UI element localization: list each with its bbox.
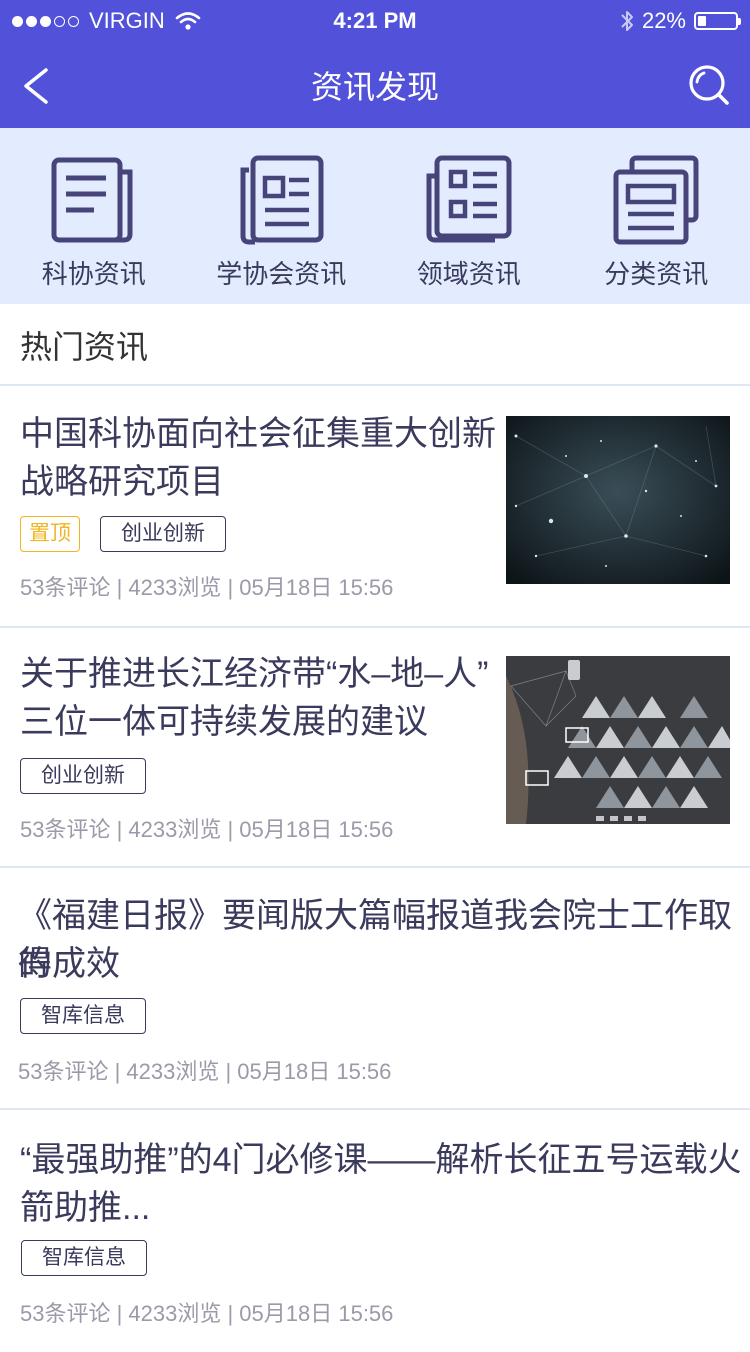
pinned-tag[interactable]: 置顶 [20,516,80,552]
magazine-icon [240,155,324,245]
news-thumbnail[interactable] [506,656,730,824]
news-item[interactable]: 《福建日报》要闻版大篇幅报道我会院士工作取得 的成效 智库信息 53条评论 | … [0,868,750,1108]
news-meta: 53条评论 | 4233浏览 | 05月18日 15:56 [20,575,394,600]
battery-percent: 22% [641,8,686,33]
section-title: 热门资讯 [20,329,149,365]
stacked-news-icon [613,155,699,245]
news-thumbnail[interactable] [506,416,730,584]
tag-list: 智库信息 [20,998,146,1034]
news-item[interactable]: 中国科协面向社会征集重大创新 战略研究项目 置顶 创业创新 53条评论 | 42… [0,386,750,626]
category-label: 科协资讯 [41,259,146,289]
category-tag[interactable]: 智库信息 [20,998,146,1034]
news-title-line: 箭助推... [20,1189,151,1227]
news-title-line: “最强助推”的4门必修课——解析长征五号运载火 [20,1141,742,1179]
newspaper-icon [51,157,133,243]
news-title-line: 中国科协面向社会征集重大创新 [20,415,496,453]
news-meta: 53条评论 | 4233浏览 | 05月18日 15:56 [20,1301,394,1326]
news-item[interactable]: “最强助推”的4门必修课——解析长征五号运载火 箭助推... 智库信息 53条评… [0,1110,750,1352]
category-tag[interactable]: 创业创新 [20,758,146,794]
category-bar: 科协资讯 学协会资讯 领域资讯 分类资讯 [0,128,750,304]
news-title-line: 的成效 [18,945,120,983]
tag-list: 智库信息 [21,1240,147,1276]
news-title-line: 《福建日报》要闻版大篇幅报道我会院士工作取得 [18,897,732,983]
nav-bar: 资讯发现 [0,40,750,128]
bluetooth-icon [621,11,633,31]
category-society-news[interactable]: 学协会资讯 [188,128,376,304]
category-field-news[interactable]: 领域资讯 [375,128,563,304]
category-tag[interactable]: 创业创新 [100,516,226,552]
tag-list: 创业创新 [20,758,146,794]
tag-list: 置顶 创业创新 [20,516,226,552]
news-meta: 53条评论 | 4233浏览 | 05月18日 15:56 [18,1059,392,1084]
network-starfield-image [506,416,730,584]
news-meta: 53条评论 | 4233浏览 | 05月18日 15:56 [20,817,394,842]
category-kexie-news[interactable]: 科协资讯 [0,128,188,304]
category-classified-news[interactable]: 分类资讯 [563,128,750,304]
news-title-line: 战略研究项目 [20,463,224,501]
category-label: 领域资讯 [416,259,521,289]
search-icon[interactable] [686,62,730,106]
news-title-line: 关于推进长江经济带“水–地–人” [20,655,489,693]
category-label: 分类资讯 [604,259,709,289]
status-bar: VIRGIN 4:21 PM 22% [0,0,750,40]
category-tag[interactable]: 智库信息 [21,1240,147,1276]
triangle-icons-image [506,656,730,824]
news-title-line: 三位一体可持续发展的建议 [20,703,428,741]
category-label: 学协会资讯 [216,259,347,289]
battery-icon [694,12,741,30]
news-item[interactable]: 关于推进长江经济带“水–地–人” 三位一体可持续发展的建议 创业创新 53条评论… [0,628,750,866]
news-list-icon [426,155,512,243]
page-title: 资讯发现 [310,69,439,105]
